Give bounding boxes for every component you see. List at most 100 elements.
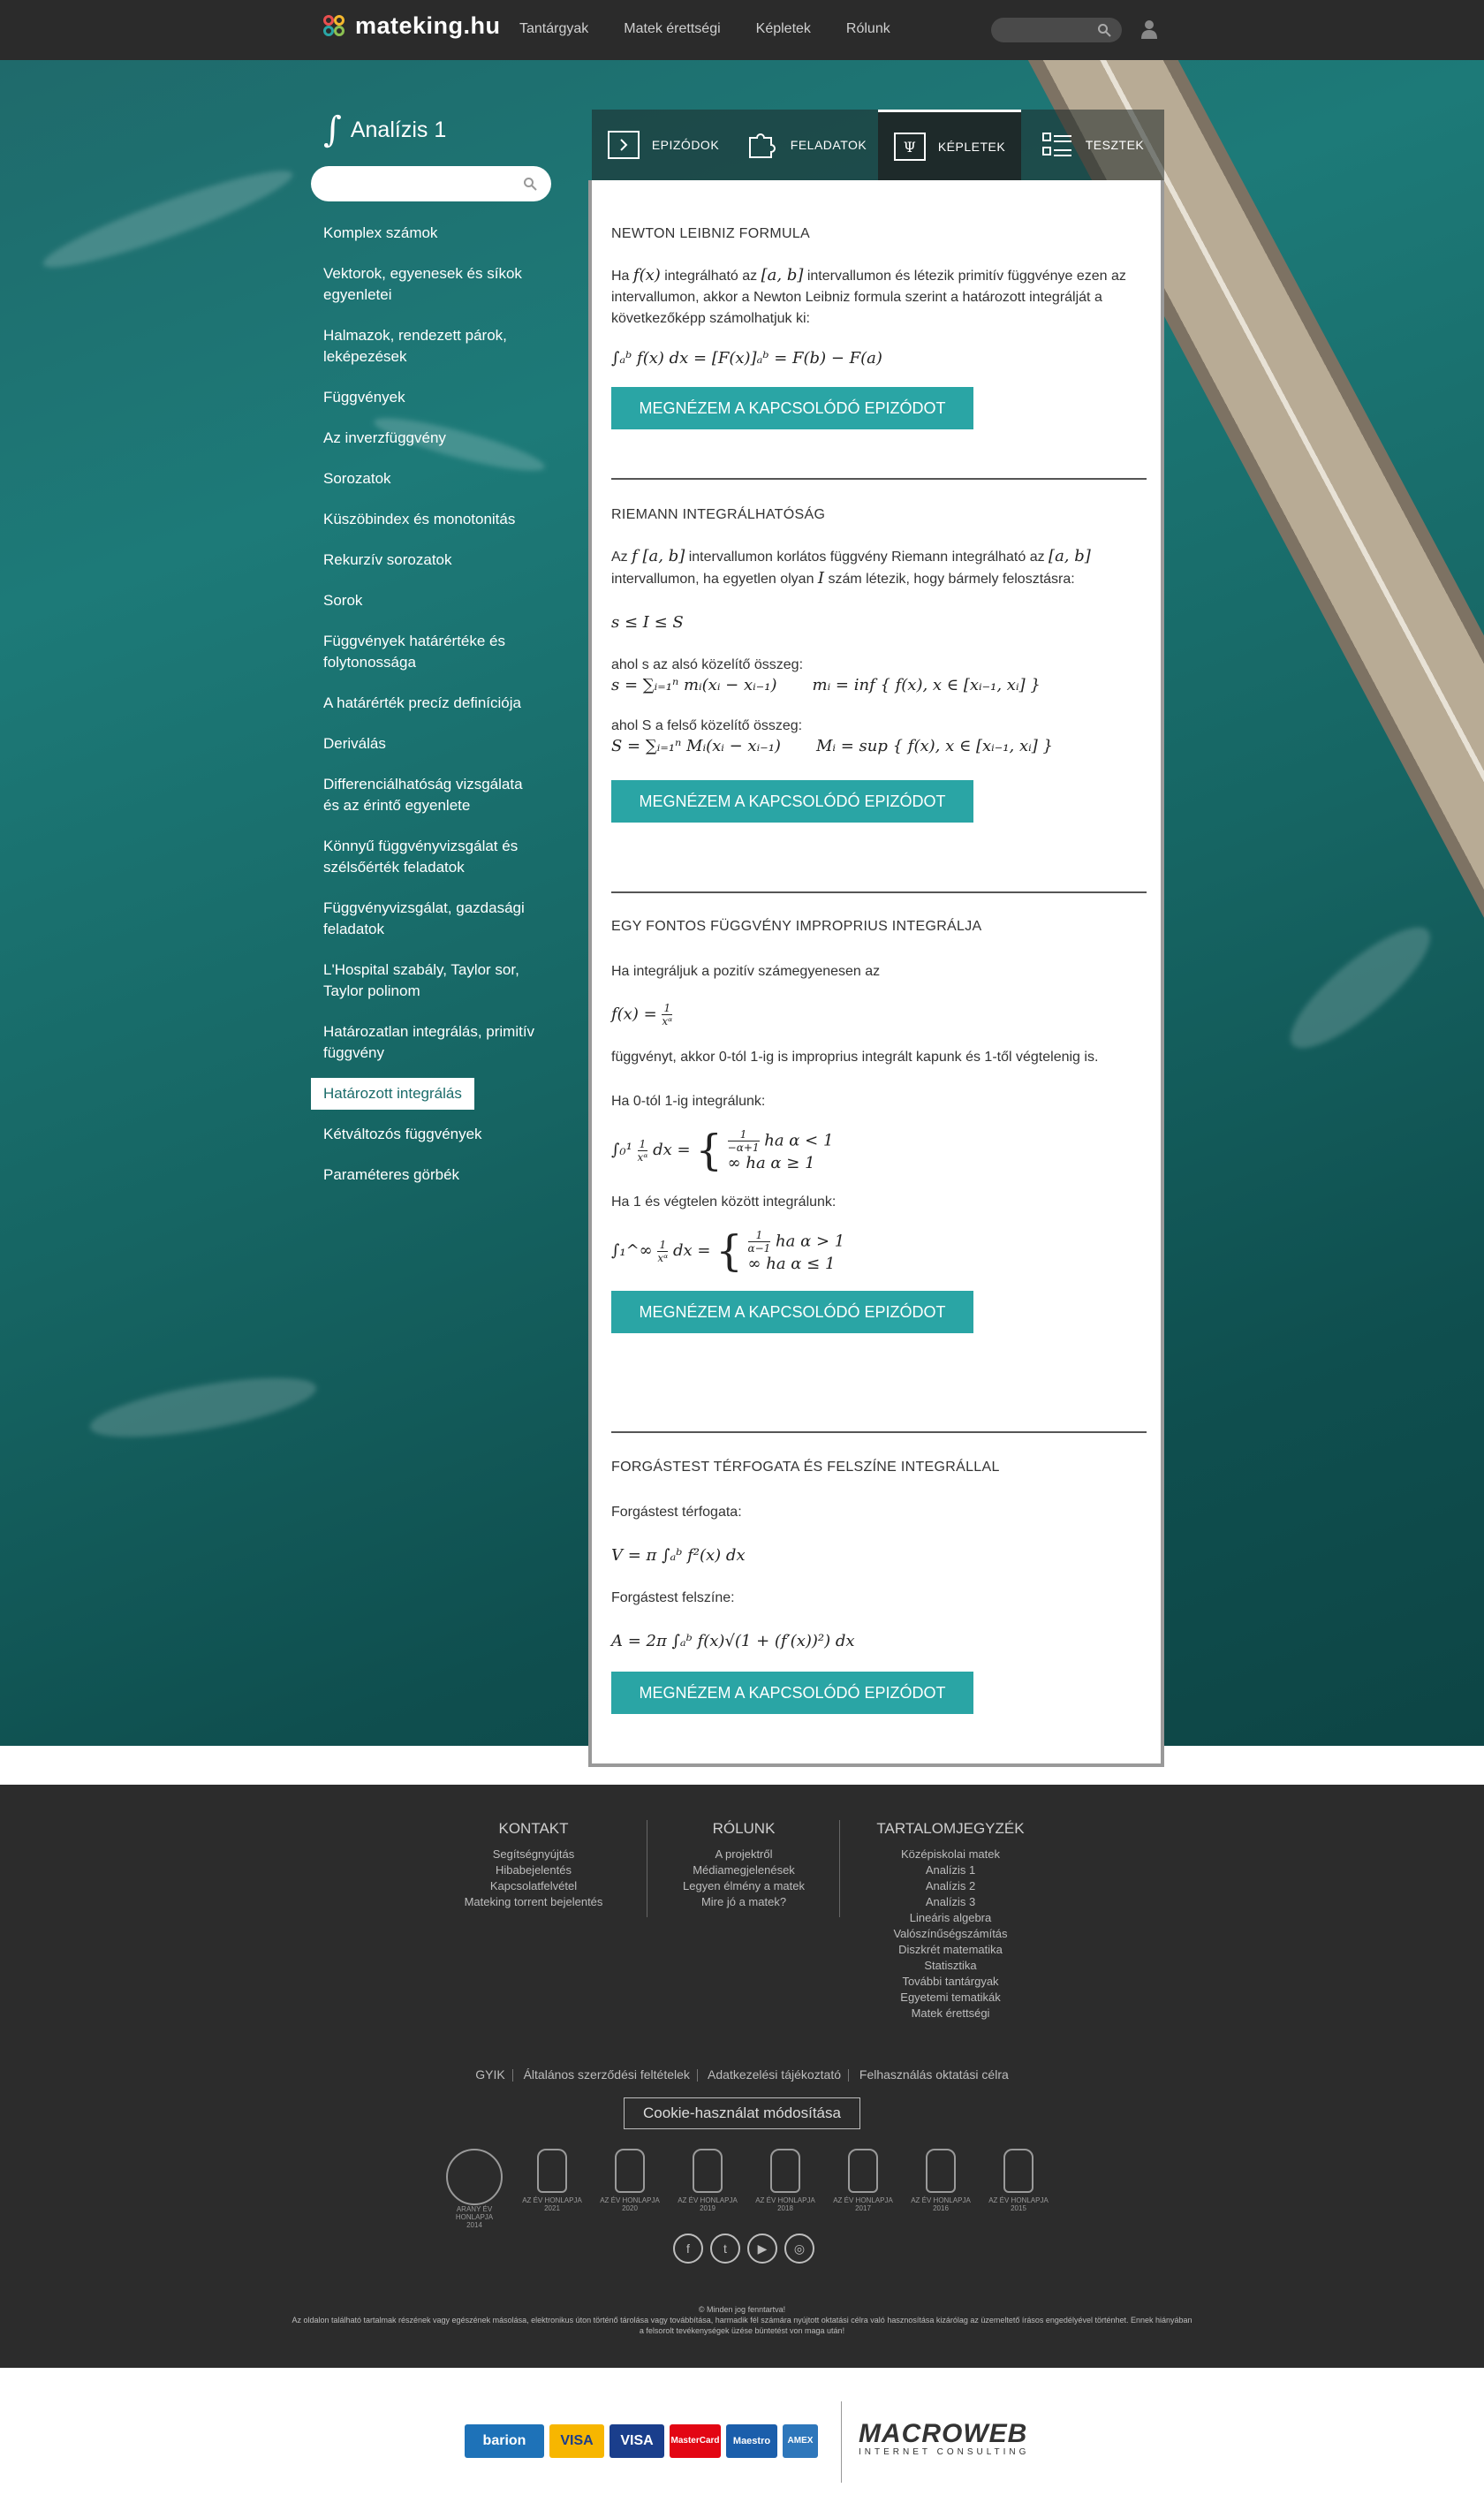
footer-link[interactable]: Mateking torrent bejelentés [454,1894,613,1910]
topic-list: Komplex számok Vektorok, egyenesek és sí… [311,223,551,1205]
section-divider [611,1431,1147,1433]
section-title: RIEMANN INTEGRÁLHATÓSÁG [611,507,826,522]
footer-col-rolunk: RÓLUNK A projektről Médiamegjelenések Le… [668,1820,820,1910]
footer-link[interactable]: Hibabejelentés [454,1862,613,1878]
footer-link[interactable]: Egyetemi tematikák [862,1990,1039,2006]
visa-logo: VISA [610,2424,664,2458]
related-episode-button[interactable]: MEGNÉZEM A KAPCSOLÓDÓ EPIZÓDOT [611,387,973,429]
tab-epizodok[interactable]: EPIZÓDOK [592,110,735,180]
tab-tesztek[interactable]: TESZTEK [1021,110,1164,180]
sidebar-item[interactable]: Függvények [311,387,551,408]
related-episode-button[interactable]: MEGNÉZEM A KAPCSOLÓDÓ EPIZÓDOT [611,1291,973,1333]
sidebar-item-active[interactable]: Határozott integrálás [311,1078,474,1110]
macroweb-logo[interactable]: MACROWEB INTERNET CONSULTING [859,2419,1029,2457]
tab-kepletek[interactable]: Ψ KÉPLETEK [878,110,1021,180]
checklist-icon [1041,133,1071,156]
footer-link[interactable]: Diszkrét matematika [862,1942,1039,1958]
footer-link[interactable]: Valószínűségszámítás [862,1926,1039,1942]
top-navbar: mateking.hu Tantárgyak Matek érettségi K… [0,0,1484,60]
legal-link[interactable]: Általános szerződési feltételek [524,2067,690,2082]
footer-link[interactable]: Kapcsolatfelvétel [454,1878,613,1894]
sidebar-item[interactable]: Differenciálhatóság vizsgálata és az éri… [311,774,551,816]
nav-rolunk[interactable]: Rólunk [846,21,890,37]
sidebar-item[interactable]: L'Hospital szabály, Taylor sor, Taylor p… [311,959,551,1002]
amex-logo: AMEX [783,2424,818,2458]
nav-kepletek[interactable]: Képletek [756,21,811,37]
payment-strip: barion VISA VISA MasterCard Maestro AMEX… [0,2368,1484,2518]
footer-link[interactable]: Analízis 2 [862,1878,1039,1894]
visa-logo: VISA [549,2424,604,2458]
site-logo[interactable]: mateking.hu [323,12,501,40]
facebook-icon[interactable]: f [673,2234,703,2264]
sidebar-item[interactable]: Küszöbindex és monotonitás [311,509,551,530]
social-links: f t ▶ ◎ [673,2234,814,2264]
instagram-icon[interactable]: ◎ [784,2234,814,2264]
formula: ∫₁^∞ 1 xᵅ dx = { 1 α−1 ha α > 1 ∞ ha α ≤ 1 [611,1226,845,1276]
formula: A = 2π ∫ₐᵇ f(x)√(1 + (f′(x))²) dx [611,1632,855,1650]
twitter-icon[interactable]: t [710,2234,740,2264]
sidebar-item[interactable]: Függvények határértéke és folytonossága [311,631,551,673]
related-episode-button[interactable]: MEGNÉZEM A KAPCSOLÓDÓ EPIZÓDOT [611,1672,973,1714]
footer-link[interactable]: Médiamegjelenések [668,1862,820,1878]
user-icon[interactable] [1140,18,1159,41]
footer: KONTAKT Segítségnyújtás Hibabejelentés K… [0,1785,1484,2368]
sidebar-item[interactable]: Rekurzív sorozatok [311,550,551,571]
sidebar-search-input[interactable] [311,166,551,201]
sidebar-item[interactable]: Vektorok, egyenesek és síkok egyenletei [311,263,551,306]
legal-links: GYIK Általános szerződési feltételek Ada… [0,2067,1484,2082]
tab-feladatok[interactable]: FELADATOK [735,110,878,180]
sidebar-item[interactable]: Kétváltozós függvények [311,1124,551,1145]
related-episode-button[interactable]: MEGNÉZEM A KAPCSOLÓDÓ EPIZÓDOT [611,780,973,823]
section-text: Ha 1 és végtelen között integrálunk: [611,1195,837,1210]
psi-icon: Ψ [893,132,926,161]
formula-panel: NEWTON LEIBNIZ FORMULA Ha f(x) integrálh… [588,180,1164,1767]
search-icon[interactable] [523,177,537,191]
sidebar-item[interactable]: Halmazok, rendezett párok, leképezések [311,325,551,368]
footer-link[interactable]: Segítségnyújtás [454,1847,613,1862]
course-title: ∫ Analízis 1 [323,110,447,150]
sidebar-item[interactable]: Paraméteres görbék [311,1164,551,1186]
footer-link[interactable]: Analízis 1 [862,1862,1039,1878]
award-badge: AZ ÉV HONLAPJA 2019 [678,2149,738,2228]
cookie-settings-button[interactable]: Cookie-használat módosítása [624,2097,860,2129]
section-title: EGY FONTOS FÜGGVÉNY IMPROPRIUS INTEGRÁLJ… [611,919,982,934]
legal-link[interactable]: Adatkezelési tájékoztató [708,2067,841,2082]
footer-link[interactable]: További tantárgyak [862,1974,1039,1990]
integral-icon: ∫ [323,110,342,150]
sidebar-item[interactable]: Sorok [311,590,551,611]
legal-link[interactable]: Felhasználás oktatási célra [859,2067,1009,2082]
sidebar-item[interactable]: Sorozatok [311,468,551,489]
award-badge: AZ ÉV HONLAPJA 2018 [755,2149,815,2228]
footer-col-toc: TARTALOMJEGYZÉK Középiskolai matek Analí… [862,1820,1039,2021]
sidebar-item[interactable]: Határozatlan integrálás, primitív függvé… [311,1021,551,1064]
award-badges: ARANY ÉV HONLAPJA 2014 AZ ÉV HONLAPJA 2021… [442,2149,1051,2229]
sidebar-item[interactable]: Komplex számok [311,223,551,244]
nav-tantargyak[interactable]: Tantárgyak [519,21,588,37]
section-text: ahol s az alsó közelítő összeg: [611,657,804,672]
nav-matek-erettsegi[interactable]: Matek érettségi [624,21,720,37]
legal-link[interactable]: GYIK [475,2067,504,2082]
footer-link[interactable]: Statisztika [862,1958,1039,1974]
sidebar-item[interactable]: Deriválás [311,733,551,755]
formula: ∫ₐᵇ f(x) dx = [F(x)]ₐᵇ = F(b) − F(a) [611,349,882,368]
sidebar-item[interactable]: Könnyű függvényvizsgálat és szélsőérték … [311,836,551,878]
header-search-input[interactable] [991,18,1122,42]
section-newton-leibniz: NEWTON LEIBNIZ FORMULA Ha f(x) integrálh… [611,226,1147,429]
footer-link[interactable]: Legyen élmény a matek [668,1878,820,1894]
footer-link[interactable]: Analízis 3 [862,1894,1039,1910]
search-icon[interactable] [1097,23,1111,37]
brand-name: mateking.hu [355,12,501,39]
section-text: Ha f(x) integrálható az [a, b] intervall… [611,266,1126,326]
footer-col-kontakt: KONTAKT Segítségnyújtás Hibabejelentés K… [454,1820,613,1910]
sidebar-item[interactable]: Az inverzfüggvény [311,428,551,449]
footer-link[interactable]: Mire jó a matek? [668,1894,820,1910]
logo-icon [323,14,346,38]
footer-link[interactable]: Középiskolai matek [862,1847,1039,1862]
youtube-icon[interactable]: ▶ [747,2234,777,2264]
award-badge: AZ ÉV HONLAPJA 2021 [522,2149,582,2228]
footer-link[interactable]: Matek érettségi [862,2006,1039,2021]
sidebar-item[interactable]: A határérték precíz definíciója [311,693,551,714]
sidebar-item[interactable]: Függvényvizsgálat, gazdasági feladatok [311,898,551,940]
footer-link[interactable]: Lineáris algebra [862,1910,1039,1926]
footer-link[interactable]: A projektről [668,1847,820,1862]
